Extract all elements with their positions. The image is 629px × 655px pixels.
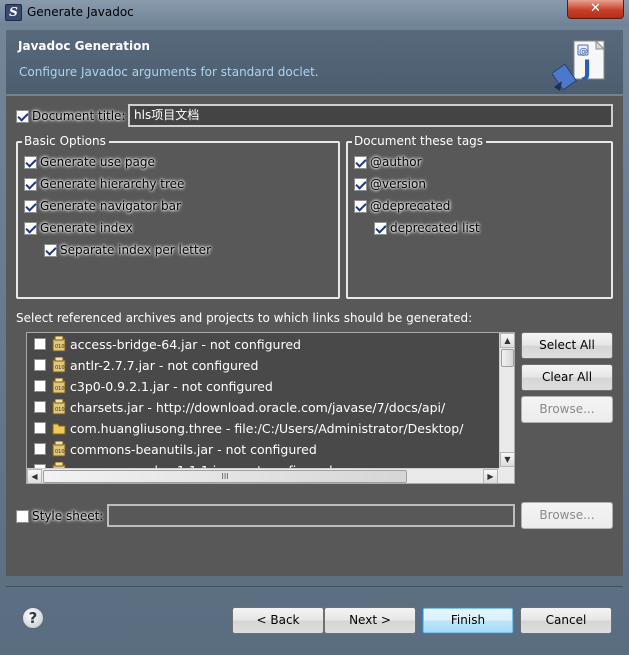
jar-icon: 010 <box>52 441 66 457</box>
svg-text:010: 010 <box>55 407 65 413</box>
select-all-button[interactable]: Select All <box>521 332 613 359</box>
generate-javadoc-dialog: S Generate Javadoc ✕ Javadoc Generation … <box>0 0 629 655</box>
tag-author-label: @author <box>370 155 422 169</box>
next-button[interactable]: Next > <box>324 607 416 634</box>
list-item[interactable]: 010 commons-beanutils.jar - not configur… <box>27 439 501 460</box>
list-item-text: com.huangliusong.three - file:/C:/Users/… <box>70 421 464 436</box>
page-title: Javadoc Generation <box>18 39 150 53</box>
scroll-left-icon[interactable]: ◀ <box>27 469 42 483</box>
archives-label: Select referenced archives and projects … <box>16 311 473 325</box>
deprecated-list-label: deprecated list <box>390 221 480 235</box>
style-sheet-checkbox[interactable] <box>16 510 29 523</box>
vertical-scroll-thumb[interactable] <box>501 349 514 367</box>
wizard-header: Javadoc Generation Configure Javadoc arg… <box>6 30 623 94</box>
help-icon[interactable]: ? <box>22 607 44 629</box>
list-horizontal-scrollbar[interactable]: ◀ III ▶ <box>27 468 499 483</box>
tag-deprecated-checkbox[interactable] <box>354 200 367 213</box>
document-tags-title: Document these tags <box>352 134 487 148</box>
window-close-button[interactable]: ✕ <box>567 0 624 19</box>
document-title-checkbox[interactable] <box>16 110 29 123</box>
jar-icon: 010 <box>52 378 66 394</box>
tag-deprecated-label: @deprecated <box>370 199 451 213</box>
close-icon: ✕ <box>590 1 601 16</box>
tag-version-label: @version <box>370 177 426 191</box>
list-item-checkbox[interactable] <box>34 443 46 455</box>
svg-text:010: 010 <box>55 365 65 371</box>
wizard-content: Document title: hls项目文档 Basic Options Ge… <box>6 96 623 576</box>
svg-text:010: 010 <box>55 386 65 392</box>
list-item[interactable]: 010 charsets.jar - http://download.oracl… <box>27 397 501 418</box>
generate-navigator-bar-label: Generate navigator bar <box>40 199 181 213</box>
finish-button[interactable]: Finish <box>422 607 514 634</box>
svg-text:J: J <box>581 57 591 82</box>
archive-browse-button[interactable]: Browse... <box>521 396 613 423</box>
generate-navigator-bar-checkbox[interactable] <box>24 200 37 213</box>
list-item-checkbox[interactable] <box>34 401 46 413</box>
jar-icon: 010 <box>52 336 66 352</box>
style-sheet-input[interactable] <box>107 504 515 527</box>
list-item[interactable]: 010 access-bridge-64.jar - not configure… <box>27 334 501 355</box>
separate-index-checkbox[interactable] <box>44 244 57 257</box>
list-item-checkbox[interactable] <box>34 422 46 434</box>
list-item-checkbox[interactable] <box>34 359 46 371</box>
generate-use-page-checkbox[interactable] <box>24 156 37 169</box>
list-item-checkbox[interactable] <box>34 338 46 350</box>
list-item[interactable]: com.huangliusong.three - file:/C:/Users/… <box>27 418 501 439</box>
folder-icon <box>52 423 66 435</box>
tag-author-checkbox[interactable] <box>354 156 367 169</box>
jar-icon: 010 <box>52 399 66 415</box>
list-vertical-scrollbar[interactable]: ▲ ▼ <box>499 333 514 468</box>
list-item[interactable]: 010 c3p0-0.9.2.1.jar - not configured <box>27 376 501 397</box>
deprecated-list-checkbox[interactable] <box>374 222 387 235</box>
generate-hierarchy-tree-label: Generate hierarchy tree <box>40 177 185 191</box>
scroll-corner <box>499 468 514 483</box>
document-title-input[interactable]: hls项目文档 <box>128 104 613 127</box>
footer-separator <box>6 586 623 587</box>
separate-index-label: Separate index per letter <box>60 243 211 257</box>
style-sheet-browse-button[interactable]: Browse... <box>521 502 613 529</box>
scroll-right-icon[interactable]: ▶ <box>483 469 498 483</box>
list-item-text: commons-beanutils.jar - not configured <box>70 442 317 457</box>
generate-index-label: Generate index <box>40 221 133 235</box>
window-title: Generate Javadoc <box>27 5 134 19</box>
svg-text:010: 010 <box>55 344 65 350</box>
javadoc-wizard-icon: @ J <box>552 39 606 91</box>
list-item-text: access-bridge-64.jar - not configured <box>70 337 301 352</box>
svg-text:@: @ <box>579 47 588 57</box>
document-title-label: Document title: <box>32 109 126 123</box>
scroll-down-icon[interactable]: ▼ <box>500 452 514 467</box>
cancel-button[interactable]: Cancel <box>520 607 612 634</box>
app-icon: S <box>5 4 22 21</box>
generate-index-checkbox[interactable] <box>24 222 37 235</box>
title-bar: S Generate Javadoc ✕ <box>0 0 629 26</box>
style-sheet-label: Style sheet: <box>32 509 104 523</box>
jar-icon: 010 <box>52 357 66 373</box>
page-description: Configure Javadoc arguments for standard… <box>19 65 319 79</box>
horizontal-scroll-thumb[interactable]: III <box>43 470 407 483</box>
back-button[interactable]: < Back <box>232 607 324 634</box>
svg-text:010: 010 <box>55 449 65 455</box>
generate-hierarchy-tree-checkbox[interactable] <box>24 178 37 191</box>
basic-options-title: Basic Options <box>22 134 109 148</box>
list-item-checkbox[interactable] <box>34 380 46 392</box>
list-item[interactable]: 010 antlr-2.7.7.jar - not configured <box>27 355 501 376</box>
list-item-text: charsets.jar - http://download.oracle.co… <box>70 400 446 415</box>
clear-all-button[interactable]: Clear All <box>521 364 613 391</box>
list-item-text: antlr-2.7.7.jar - not configured <box>70 358 259 373</box>
list-item-text: c3p0-0.9.2.1.jar - not configured <box>70 379 273 394</box>
tag-version-checkbox[interactable] <box>354 178 367 191</box>
archives-list[interactable]: 010 access-bridge-64.jar - not configure… <box>26 332 515 484</box>
generate-use-page-label: Generate use page <box>40 155 155 169</box>
scroll-up-icon[interactable]: ▲ <box>500 333 514 348</box>
